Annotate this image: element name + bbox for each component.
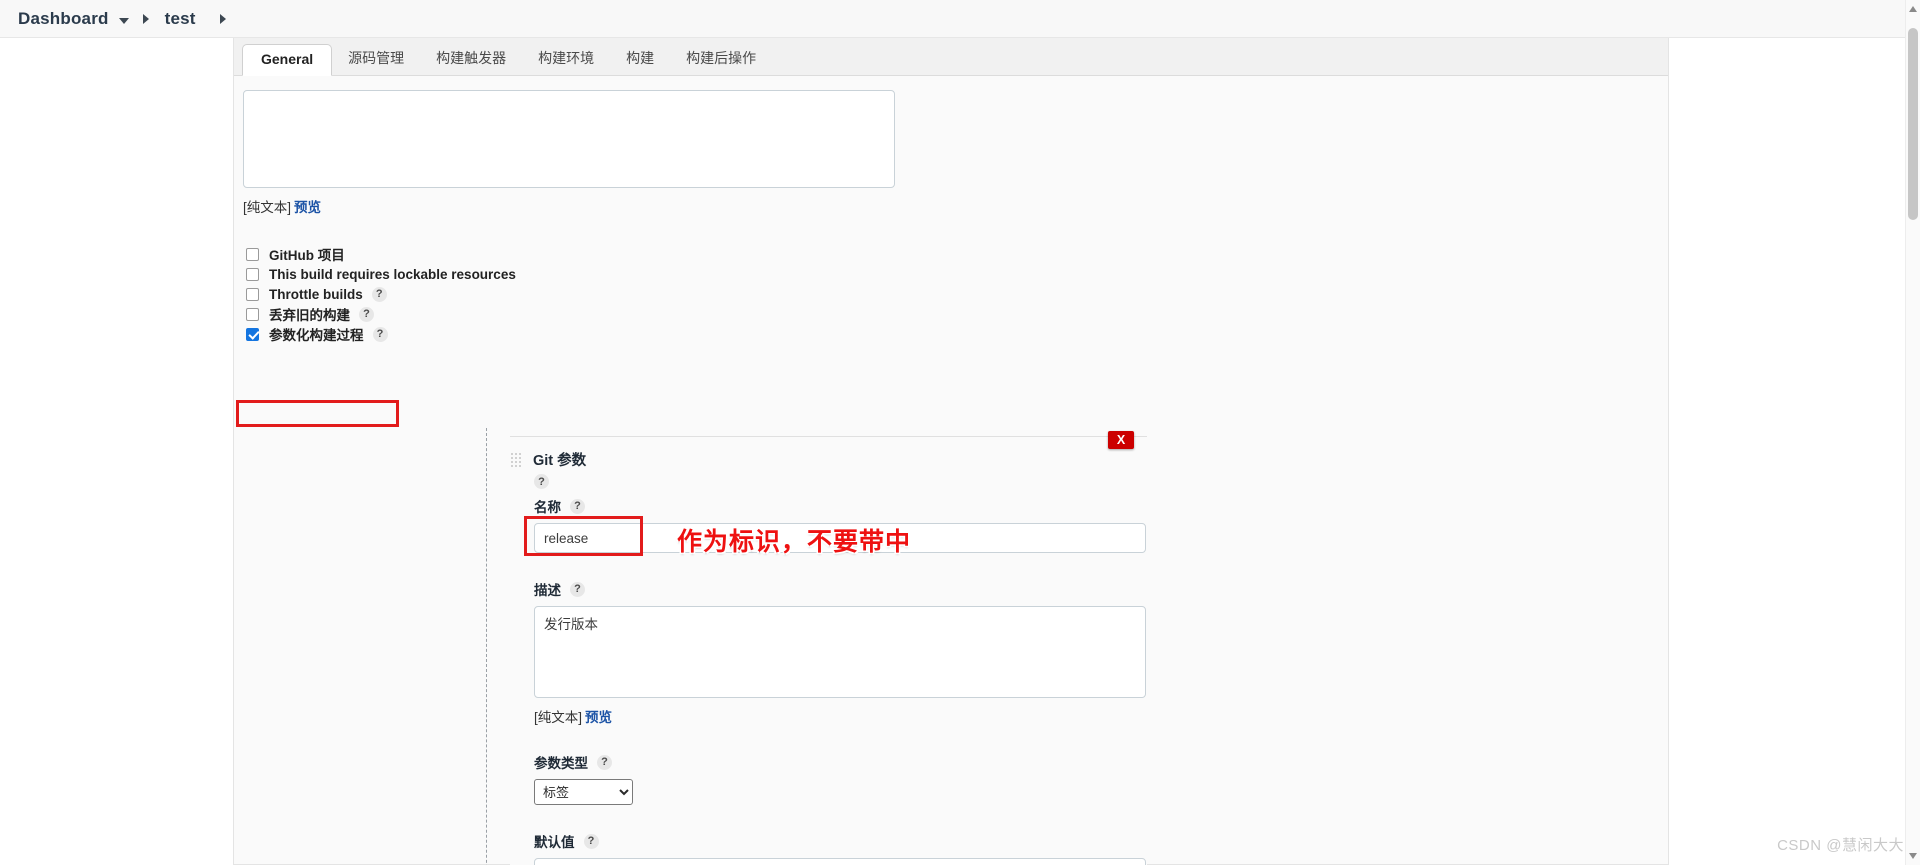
help-icon-throttle-builds[interactable]: ? (371, 286, 387, 302)
checkbox-discard-old-builds[interactable] (246, 307, 259, 321)
name-field-label: 名称 (534, 500, 561, 515)
chevron-down-icon[interactable] (118, 17, 129, 24)
scrollbar-thumb[interactable] (1908, 28, 1918, 220)
tab-build-triggers[interactable]: 构建触发器 (420, 41, 522, 76)
param-type-select[interactable]: 标签 (534, 779, 633, 805)
help-icon-description[interactable]: ? (570, 581, 585, 597)
page-body: General 源码管理 构建触发器 构建环境 构建 构建后操作 [纯文本] 预览… (0, 38, 1920, 865)
parameter-description-textarea[interactable] (534, 606, 1146, 698)
checkbox-label-discard-old-builds: 丢弃旧的构建 (269, 308, 350, 323)
breadcrumb-item-dashboard[interactable]: Dashboard (18, 9, 109, 29)
tab-scm[interactable]: 源码管理 (332, 41, 420, 76)
checkbox-github-project[interactable] (246, 247, 259, 261)
config-tabbar: General 源码管理 构建触发器 构建环境 构建 构建后操作 (234, 38, 1668, 76)
scroll-down-icon[interactable] (1909, 853, 1917, 859)
tab-build-environment[interactable]: 构建环境 (522, 41, 610, 76)
watermark: CSDN @慧闲大大 (1777, 837, 1904, 854)
checkbox-label-lockable-resources: This build requires lockable resources (269, 266, 516, 282)
annotation-box-parameterized-build (236, 400, 399, 427)
job-config-panel: General 源码管理 构建触发器 构建环境 构建 构建后操作 [纯文本] 预览… (233, 38, 1669, 865)
checkbox-parameterized-build[interactable] (246, 327, 259, 341)
page-scrollbar[interactable] (1905, 0, 1920, 865)
checkbox-label-github-project: GitHub 项目 (269, 248, 345, 263)
help-icon-parameterized-build[interactable]: ? (372, 326, 388, 342)
description-field-label-row: 描述 ? (534, 579, 1147, 599)
parameter-plain-text-label: [纯文本] (534, 710, 583, 725)
param-type-label-row: 参数类型 ? (534, 752, 1147, 772)
checkbox-row-discard-old-builds[interactable]: 丢弃旧的构建 ? (246, 304, 1668, 324)
checkbox-row-github-project[interactable]: GitHub 项目 (246, 244, 1668, 264)
description-field-label: 描述 (534, 583, 561, 598)
drag-handle-icon[interactable] (510, 452, 523, 467)
checkbox-lockable-resources[interactable] (246, 267, 259, 281)
name-field-label-row: 名称 ? (534, 496, 1147, 516)
help-icon-discard-old-builds[interactable]: ? (359, 306, 374, 322)
tab-general[interactable]: General (242, 44, 333, 76)
git-parameter-header: Git 参数 X (510, 431, 1147, 472)
checkbox-row-lockable-resources[interactable]: This build requires lockable resources (246, 264, 1668, 284)
git-parameter-block: Git 参数 X ? 名称 ? 描述 (510, 431, 1147, 865)
tab-post-build[interactable]: 构建后操作 (670, 41, 772, 76)
breadcrumb-separator-icon-2 (219, 13, 226, 24)
help-icon-default-value[interactable]: ? (583, 833, 599, 849)
breadcrumb-separator-icon (142, 13, 149, 24)
plain-text-label: [纯文本] (243, 200, 292, 215)
scroll-up-icon[interactable] (1909, 6, 1917, 12)
param-type-label: 参数类型 (534, 756, 588, 771)
breadcrumb-item-test[interactable]: test (165, 9, 196, 29)
annotation-text: 作为标识，不要带中 (677, 528, 912, 556)
description-preview-link[interactable]: 预览 (294, 200, 321, 215)
breadcrumb: Dashboard test (0, 0, 1920, 38)
parameter-block-rail (486, 428, 487, 865)
config-content: [纯文本] 预览 GitHub 项目 This build requires lo… (234, 76, 1668, 865)
tab-build[interactable]: 构建 (610, 41, 670, 76)
help-icon-name[interactable]: ? (570, 498, 585, 514)
parameter-default-value-input[interactable] (534, 858, 1146, 865)
default-value-label-row: 默认值 ? (534, 831, 1147, 851)
parameter-description-preview-row: [纯文本] 预览 (534, 706, 1147, 726)
git-parameter-title: Git 参数 (533, 453, 587, 469)
remove-parameter-button[interactable]: X (1108, 431, 1134, 449)
checkbox-row-throttle-builds[interactable]: Throttle builds ? (246, 284, 1668, 304)
checkbox-label-parameterized-build: 参数化构建过程 (269, 328, 364, 343)
job-description-textarea[interactable] (243, 90, 895, 188)
description-preview-row: [纯文本] 预览 (243, 196, 1668, 216)
default-value-label: 默认值 (534, 835, 575, 850)
help-icon-git-parameter[interactable]: ? (534, 474, 549, 489)
git-parameter-block-help-row: ? (534, 474, 1147, 489)
checkbox-throttle-builds[interactable] (246, 287, 259, 301)
checkbox-label-throttle-builds: Throttle builds (269, 286, 363, 302)
help-icon-param-type[interactable]: ? (597, 754, 612, 770)
checkbox-row-parameterized-build[interactable]: 参数化构建过程 ? (246, 324, 1668, 344)
parameter-preview-link[interactable]: 预览 (585, 710, 612, 725)
general-options-list: GitHub 项目 This build requires lockable r… (246, 244, 1668, 344)
